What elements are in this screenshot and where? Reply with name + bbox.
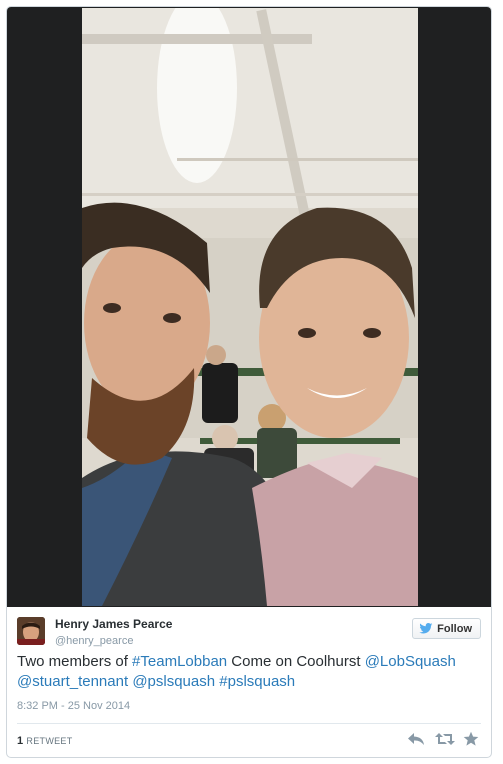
retweet-count: 1 [17,735,24,747]
avatar[interactable] [17,617,45,645]
divider [17,723,481,724]
author-name[interactable]: Henry James Pearce [55,617,172,631]
selfie-photo[interactable] [82,8,418,606]
mention-link[interactable]: @LobSquash [365,653,456,670]
star-icon[interactable] [463,731,479,747]
tweet-timestamp[interactable]: 8:32 PM - 25 Nov 2014 [17,700,130,712]
hashtag-link[interactable]: #pslsquash [219,673,295,690]
mention-link[interactable]: @stuart_tennant [17,673,128,690]
tweet-text-part: Two members of [17,653,133,670]
retweet-label: RETWEET [26,736,73,746]
hashtag-link[interactable]: #TeamLobban [132,653,227,670]
mention-link[interactable]: @pslsquash [132,673,215,690]
follow-button[interactable]: Follow [412,618,481,639]
tweet-card: Henry James Pearce @henry_pearce Follow … [6,6,492,758]
retweet-stats[interactable]: 1 RETWEET [17,735,73,747]
retweet-icon[interactable] [435,731,455,747]
tweet-text: Two members of #TeamLobban Come on Coolh… [17,652,487,692]
follow-label: Follow [437,622,472,635]
tweet-media[interactable] [7,7,491,607]
tweet-body: Henry James Pearce @henry_pearce Follow … [7,607,491,757]
twitter-bird-icon [419,623,433,634]
reply-icon[interactable] [407,731,424,747]
tweet-text-part: Come on Coolhurst [227,653,365,670]
tweet-actions [407,731,479,747]
author-handle[interactable]: @henry_pearce [55,635,133,647]
